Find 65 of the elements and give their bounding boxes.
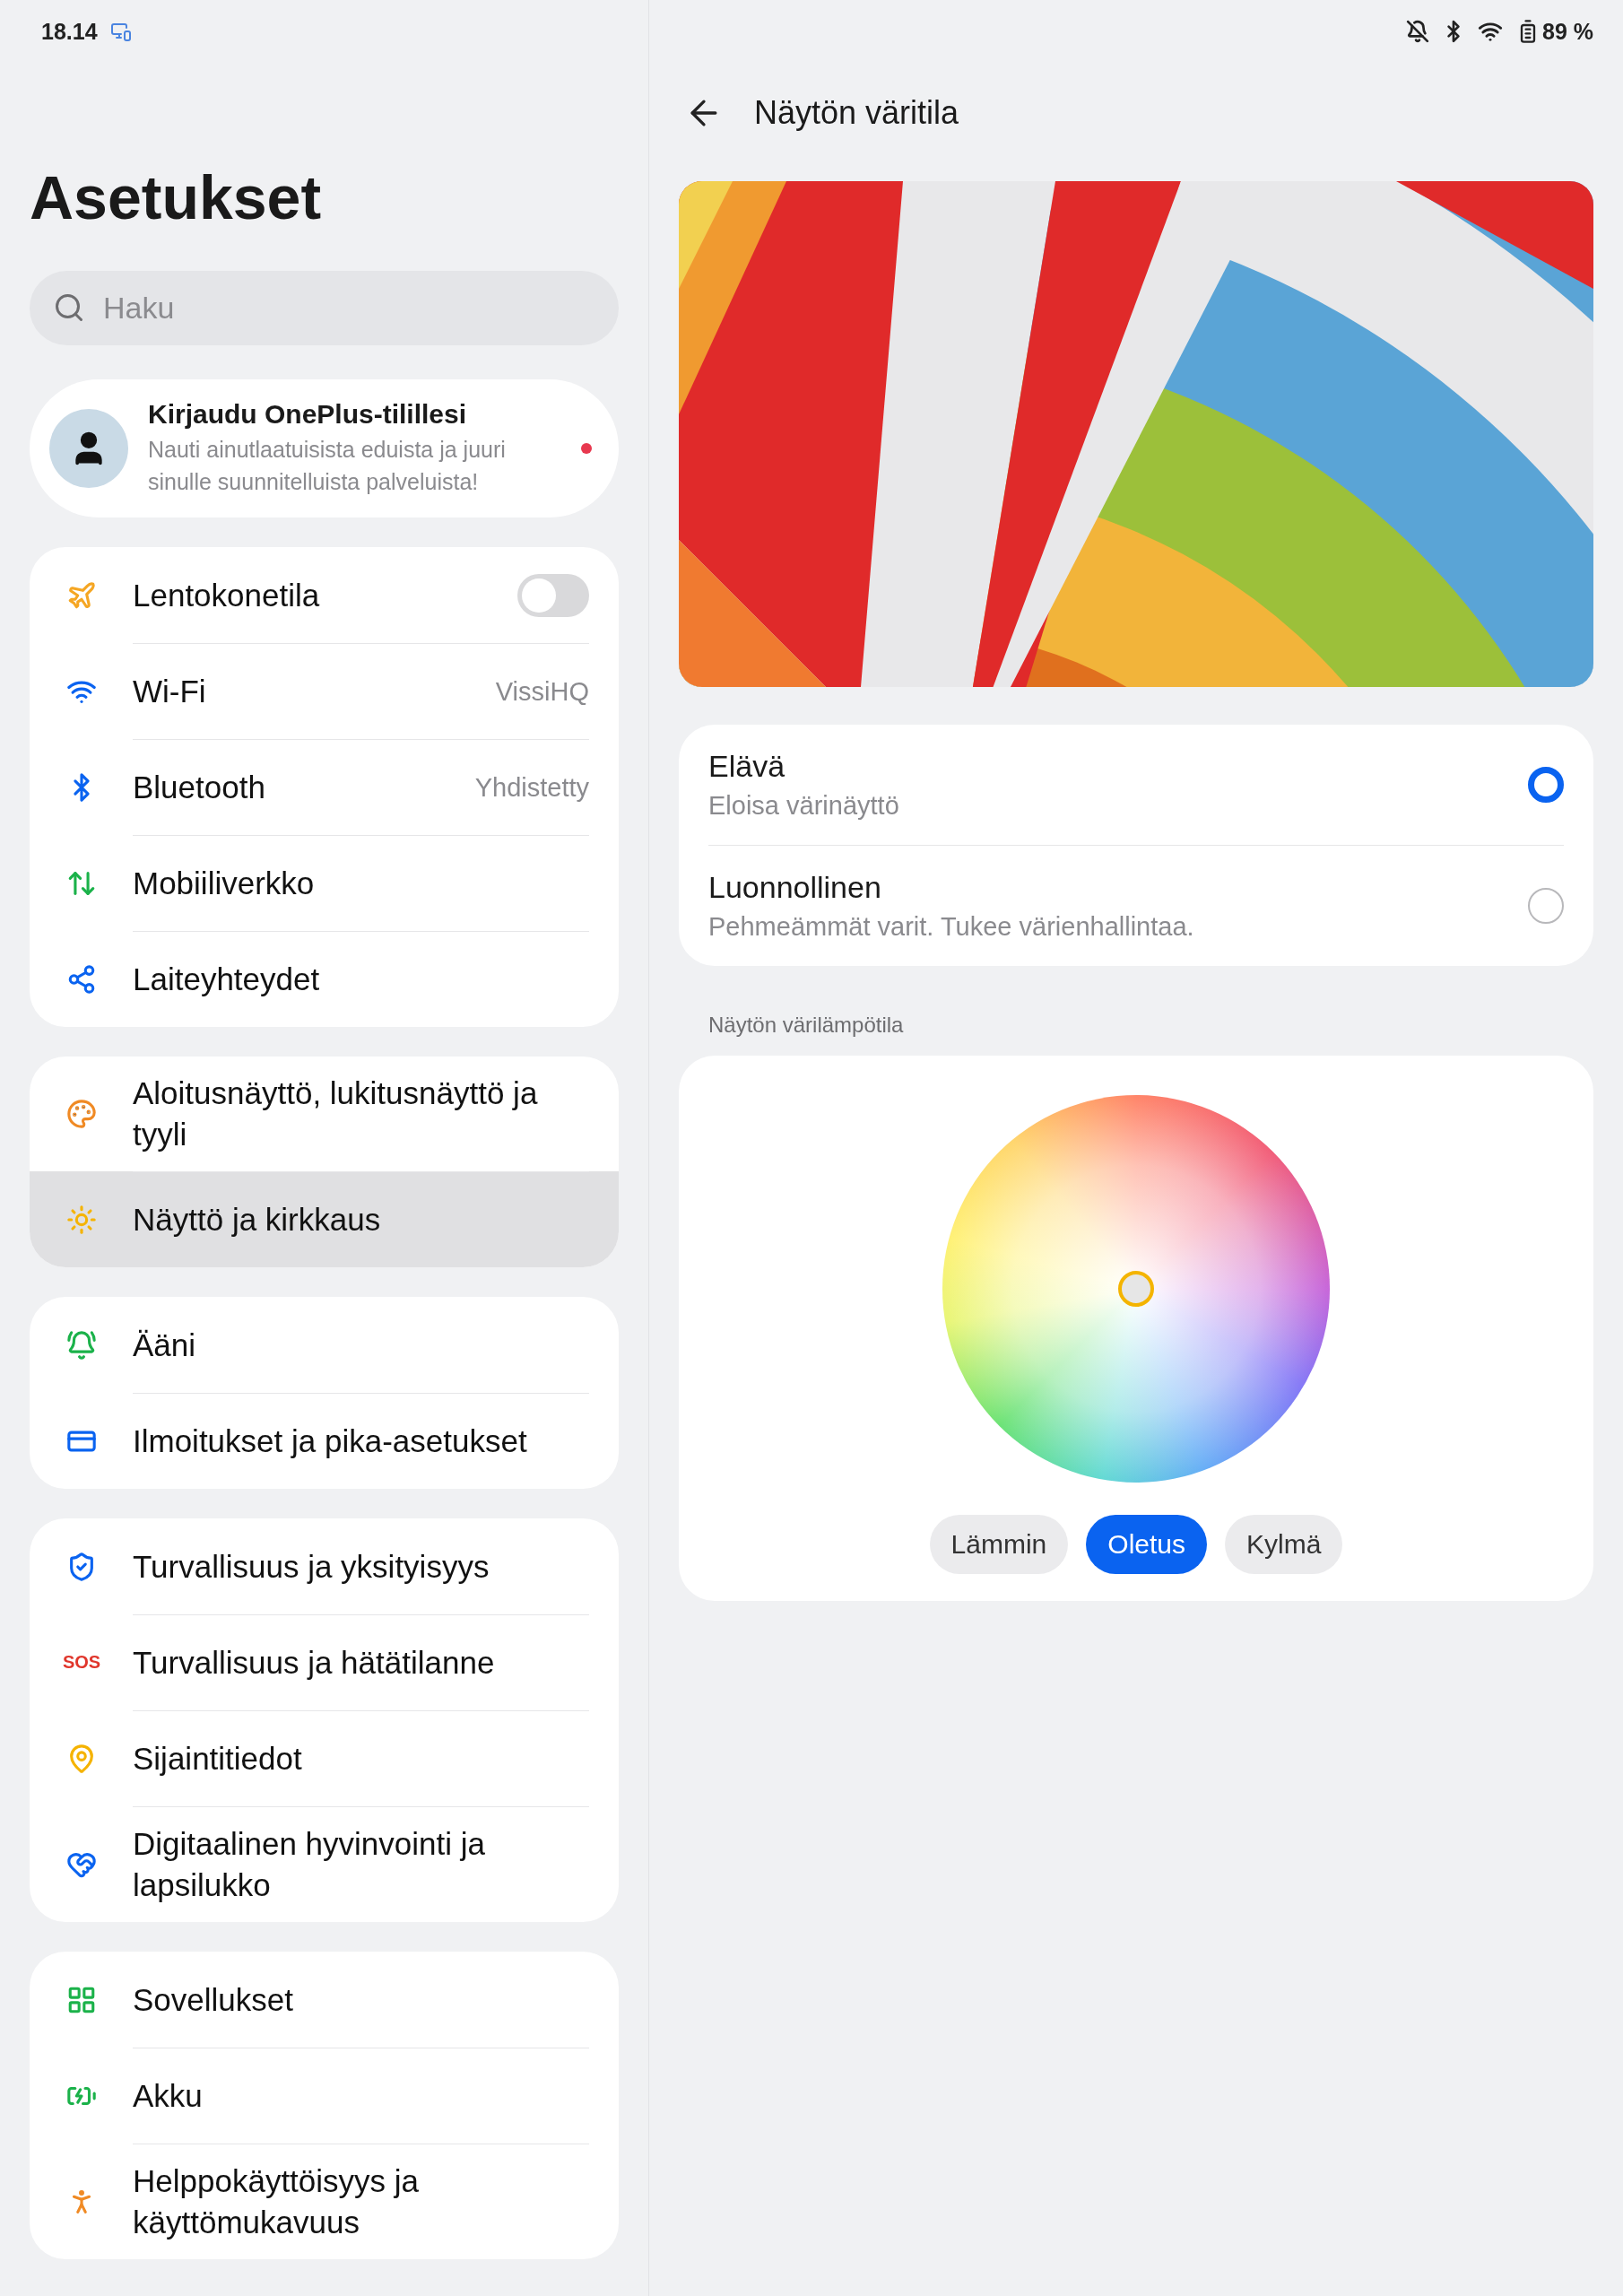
item-label: Bluetooth — [133, 769, 266, 806]
preset-button[interactable]: Lämmin — [929, 1515, 1069, 1574]
screen-cast-icon — [109, 21, 132, 42]
setting-value: Yhdistetty — [474, 772, 589, 803]
item-label: Lentokonetila — [133, 576, 321, 614]
settings-item[interactable]: Akku — [30, 2048, 619, 2144]
preset-button[interactable]: Oletus — [1086, 1515, 1208, 1574]
account-card[interactable]: Kirjaudu OnePlus-tilillesi Nauti ainutlaatuisista eduista ja juuri sinulle suunnitelluista palveluista! — [30, 379, 619, 517]
item-label: Ääni — [133, 1326, 197, 1364]
search-icon — [53, 291, 85, 324]
sun-icon — [66, 1204, 97, 1235]
mode-option[interactable]: Luonnollinen Pehmeämmät varit. Tukee värienhallintaa. — [708, 845, 1564, 966]
page-title: Asetukset — [30, 162, 323, 233]
settings-item[interactable]: Turvallisuus ja yksityisyys — [30, 1518, 619, 1614]
account-title: Kirjaudu OnePlus-tilillesi — [148, 399, 468, 430]
section-label: Näytön värilämpötila — [707, 1013, 905, 1038]
nodes-icon — [66, 963, 97, 995]
item-label: Sijaintitiedot — [133, 1740, 303, 1778]
mode-title: Elävä — [708, 749, 786, 784]
settings-item[interactable]: Mobiiliverkko — [30, 835, 619, 931]
settings-item[interactable]: Ilmoitukset ja pika-asetukset — [30, 1393, 619, 1489]
settings-item[interactable]: Lentokonetila — [30, 547, 619, 643]
item-label: Näyttö ja kirkkaus — [133, 1201, 382, 1239]
item-label: Digitaalinen hyvinvointi ja lapsilukko — [133, 1825, 486, 1904]
sos-icon: SOS — [62, 1652, 101, 1673]
item-label: Akku — [133, 2077, 204, 2115]
item-label: Helppokäyttöisyys ja käyttömukavuus — [133, 2162, 421, 2241]
palette-icon — [66, 1099, 97, 1129]
bell-icon — [66, 1329, 97, 1361]
item-label: Mobiiliverkko — [133, 865, 316, 902]
battery-level: 89 % — [1542, 18, 1593, 45]
radio-button[interactable] — [1528, 888, 1564, 924]
radio-button[interactable] — [1528, 767, 1564, 803]
mode-description: Pehmeämmät varit. Tukee värienhallintaa. — [708, 912, 1195, 942]
clock-time: 18.14 — [41, 18, 98, 45]
account-subtitle: Nauti ainutlaatuisista eduista ja juuri sinulle suunnitelluista palveluista! — [148, 436, 507, 496]
settings-item[interactable]: Ääni — [30, 1297, 619, 1393]
item-label: Sovellukset — [133, 1980, 294, 2019]
settings-item[interactable]: Bluetooth Yhdistetty — [30, 739, 619, 835]
settings-item[interactable]: Helppokäyttöisyys ja käyttömukavuus — [30, 2144, 619, 2259]
mode-title: Luonnollinen — [708, 870, 882, 905]
item-label: Laiteyhteydet — [133, 961, 321, 998]
settings-item[interactable]: Wi-Fi VissiHQ — [30, 643, 619, 739]
preset-button[interactable]: Kylmä — [1225, 1515, 1343, 1574]
settings-item[interactable]: Aloitusnäyttö, lukitusnäyttö ja tyyli — [30, 1057, 619, 1171]
mode-description: Eloisa värinäyttö — [708, 791, 900, 821]
airplane-icon — [66, 579, 97, 611]
search-field[interactable]: Haku — [30, 271, 619, 345]
toggle-switch[interactable] — [517, 573, 589, 617]
settings-item[interactable]: Näyttö ja kirkkaus — [30, 1171, 619, 1267]
settings-item[interactable]: Sijaintitiedot — [30, 1710, 619, 1806]
settings-item[interactable]: Laiteyhteydet — [30, 931, 619, 1027]
screen-title: Näytön väritila — [754, 94, 959, 132]
setting-value: VissiHQ — [495, 676, 589, 707]
item-label: Turvallisuus ja hätätilanne — [133, 1644, 496, 1682]
settings-item[interactable]: Digitaalinen hyvinvointi ja lapsilukko — [30, 1806, 619, 1922]
mode-option[interactable]: Elävä Eloisa värinäyttö — [708, 725, 1564, 845]
settings-item[interactable]: SOS Turvallisuus ja hätätilanne — [30, 1614, 619, 1710]
item-label: Wi-Fi — [133, 673, 207, 710]
bell-off-icon — [1406, 20, 1429, 43]
settings-item[interactable]: Sovellukset — [30, 1952, 619, 2048]
item-label: Turvallisuus ja yksityisyys — [133, 1547, 490, 1586]
item-label: Ilmoitukset ja pika-asetukset — [133, 1422, 528, 1460]
item-label: Aloitusnäyttö, lukitusnäyttö ja tyyli — [133, 1074, 539, 1153]
color-wheel-handle[interactable] — [1118, 1271, 1154, 1307]
